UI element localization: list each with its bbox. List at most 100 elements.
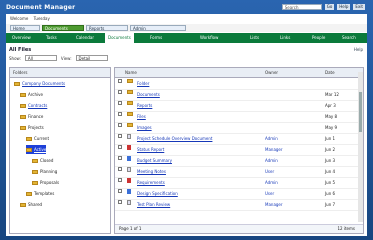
- table-row[interactable]: Project Schedule Overview Document Admin J…: [115, 134, 363, 145]
- view-label: View:: [60, 55, 72, 61]
- row-checkbox[interactable]: [118, 123, 122, 127]
- tree-item-label: Planning: [40, 169, 58, 174]
- tab-admin[interactable]: Admin: [130, 25, 186, 31]
- tree-item[interactable]: Archive: [20, 90, 43, 99]
- tree-item[interactable]: Shared: [20, 200, 42, 209]
- column-header-date[interactable]: Date: [325, 68, 335, 77]
- filter-select[interactable]: All: [24, 55, 57, 61]
- file-owner: Admin: [265, 158, 278, 163]
- row-checkbox[interactable]: [118, 200, 122, 204]
- title-actions: Search Go Help Exit: [281, 4, 365, 10]
- row-checkbox[interactable]: [118, 101, 122, 105]
- app-window: Document Manager Search Go Help Exit Wel…: [0, 0, 373, 240]
- row-checkbox[interactable]: [118, 112, 122, 116]
- nav-calendar[interactable]: Calendar: [76, 33, 94, 43]
- folder-tree-header: Folders: [10, 68, 110, 78]
- row-checkbox[interactable]: [118, 167, 122, 171]
- file-icon: [127, 134, 131, 139]
- row-checkbox[interactable]: [118, 189, 122, 193]
- nav-lists[interactable]: Lists: [250, 33, 259, 43]
- table-row[interactable]: Requirements Admin Jun 5: [115, 178, 363, 189]
- table-row[interactable]: Budget Summary Admin Jun 3: [115, 156, 363, 167]
- file-date: Mar 12: [325, 92, 339, 97]
- file-name-link[interactable]: Meeting Notes: [137, 167, 166, 177]
- tree-item[interactable]: Active: [26, 145, 47, 154]
- tree-item[interactable]: Contracts: [20, 101, 47, 110]
- file-grid-header: Name Owner Date: [115, 68, 363, 78]
- table-row[interactable]: Folder: [115, 79, 363, 90]
- tree-item[interactable]: Current: [26, 134, 49, 143]
- file-name-link[interactable]: Requirements: [137, 178, 165, 188]
- tab-home[interactable]: Home: [10, 25, 40, 31]
- table-row[interactable]: Images May 9: [115, 123, 363, 134]
- file-name-link[interactable]: Test Plan Review: [137, 200, 170, 210]
- top-tabs: Home Documents Reports Admin: [6, 24, 367, 32]
- tree-item-label: Finance: [28, 114, 44, 119]
- search-input[interactable]: Search: [281, 4, 322, 10]
- file-name-link[interactable]: Files: [137, 112, 146, 122]
- date-label: Tuesday: [33, 16, 50, 21]
- row-checkbox[interactable]: [118, 134, 122, 138]
- folder-icon: [127, 112, 133, 116]
- nav-documents[interactable]: Documents: [105, 33, 134, 43]
- folder-icon: [14, 82, 20, 86]
- file-date: Jun 4: [325, 169, 336, 174]
- file-name-link[interactable]: Budget Summary: [137, 156, 172, 166]
- user-menu-row: Welcome Tuesday: [6, 16, 367, 22]
- help-button[interactable]: Help: [337, 4, 351, 10]
- tree-item-label: Closed: [40, 158, 54, 163]
- tree-item[interactable]: Projects: [20, 123, 44, 132]
- file-name-link[interactable]: Documents: [137, 90, 160, 100]
- table-row[interactable]: Documents Mar 12: [115, 90, 363, 101]
- nav-workflow[interactable]: Workflow: [200, 33, 218, 43]
- section-help-link[interactable]: Help: [354, 47, 363, 52]
- file-name-link[interactable]: Design Specification: [137, 189, 178, 199]
- tree-item[interactable]: Closed: [32, 156, 53, 165]
- nav-tasks[interactable]: Tasks: [46, 33, 57, 43]
- row-checkbox[interactable]: [118, 79, 122, 83]
- tab-reports[interactable]: Reports: [86, 25, 128, 31]
- table-row[interactable]: Meeting Notes User Jun 4: [115, 167, 363, 178]
- table-row[interactable]: Files May 8: [115, 112, 363, 123]
- row-checkbox[interactable]: [118, 90, 122, 94]
- exit-button[interactable]: Exit: [353, 4, 365, 10]
- file-name-link[interactable]: Reports: [137, 101, 152, 111]
- tree-item[interactable]: Planning: [32, 167, 57, 176]
- folder-icon: [127, 123, 133, 127]
- file-name-link[interactable]: Images: [137, 123, 152, 133]
- row-checkbox[interactable]: [118, 178, 122, 182]
- tab-documents[interactable]: Documents: [42, 25, 84, 31]
- nav-people[interactable]: People: [312, 33, 325, 43]
- file-name-link[interactable]: Status Report: [137, 145, 164, 155]
- go-button[interactable]: Go: [324, 4, 335, 10]
- file-date: Jun 7: [325, 202, 336, 207]
- pager-count-label: 12 items: [337, 226, 355, 231]
- file-name-link[interactable]: Folder: [137, 79, 149, 89]
- nav-search[interactable]: Search: [342, 33, 356, 43]
- grid-scrollbar[interactable]: [358, 72, 363, 222]
- column-header-owner[interactable]: Owner: [265, 68, 278, 77]
- file-icon: [127, 145, 131, 150]
- file-date: Jun 5: [325, 180, 336, 185]
- table-row[interactable]: Test Plan Review Manager Jun 7: [115, 200, 363, 211]
- tree-item[interactable]: Company Documents: [14, 79, 65, 88]
- nav-links[interactable]: Links: [280, 33, 290, 43]
- tree-item[interactable]: Templates: [26, 189, 54, 198]
- tree-item[interactable]: Proposals: [32, 178, 59, 187]
- tree-item[interactable]: Finance: [20, 112, 43, 121]
- main-content: Welcome Tuesday Home Documents Reports A…: [6, 14, 367, 236]
- folder-icon: [20, 104, 26, 108]
- scrollbar-thumb[interactable]: [359, 92, 362, 132]
- column-header-name[interactable]: Name: [125, 68, 137, 77]
- nav-overview[interactable]: Overview: [12, 33, 31, 43]
- table-row[interactable]: Design Specification User Jun 6: [115, 189, 363, 200]
- table-row[interactable]: Reports Apr 3: [115, 101, 363, 112]
- view-select[interactable]: Detail: [75, 55, 108, 61]
- file-date: May 9: [325, 125, 338, 130]
- table-row[interactable]: Status Report Manager Jun 2: [115, 145, 363, 156]
- tree-item-label: Proposals: [40, 180, 60, 185]
- file-name-link[interactable]: Project Schedule Overview Document: [137, 134, 212, 144]
- row-checkbox[interactable]: [118, 145, 122, 149]
- nav-forms[interactable]: Forms: [150, 33, 162, 43]
- row-checkbox[interactable]: [118, 156, 122, 160]
